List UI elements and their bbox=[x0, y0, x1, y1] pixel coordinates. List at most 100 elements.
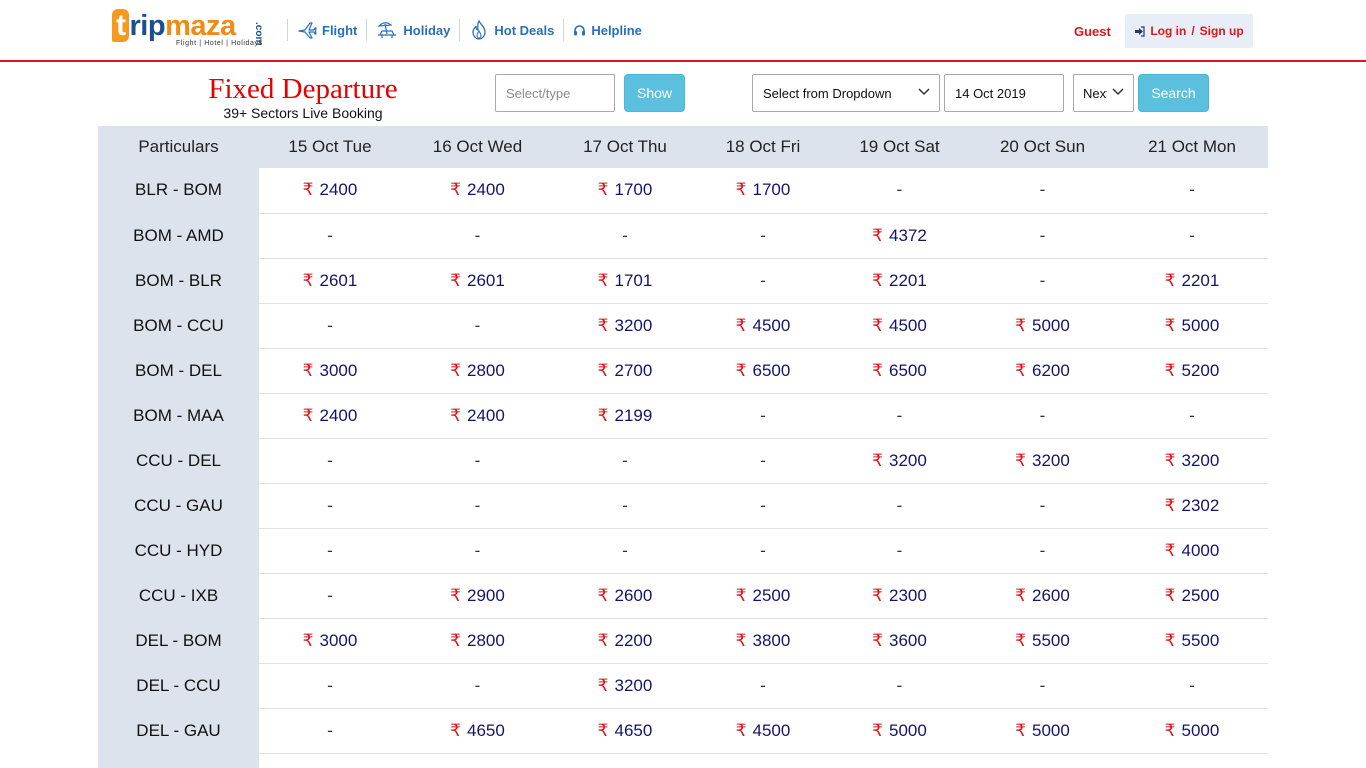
fare-cell[interactable]: ₹4000 bbox=[1116, 528, 1268, 574]
fare-cell[interactable]: ₹3600 bbox=[830, 618, 969, 664]
fare-cell[interactable]: ₹3800 bbox=[696, 618, 830, 664]
sector-cell: BOM - CCU bbox=[98, 303, 259, 349]
fare-cell[interactable]: ₹4650 bbox=[401, 708, 554, 754]
fare-cell-empty bbox=[401, 753, 554, 768]
fare-cell[interactable]: ₹3200 bbox=[969, 438, 1116, 484]
rupee-icon: ₹ bbox=[872, 585, 883, 605]
rupee-icon: ₹ bbox=[1164, 630, 1176, 650]
fare-value: 4650 bbox=[467, 720, 505, 740]
login-signup-button[interactable]: Log in / Sign up bbox=[1125, 14, 1253, 48]
fare-value: 2600 bbox=[614, 585, 653, 605]
fare-cell-empty: - bbox=[969, 213, 1116, 259]
fare-cell[interactable]: ₹4372 bbox=[830, 213, 969, 259]
fare-cell[interactable]: ₹3200 bbox=[554, 663, 696, 709]
fare-cell-empty: - bbox=[401, 303, 554, 349]
fare-cell[interactable]: ₹4500 bbox=[830, 303, 969, 349]
fare-cell-empty bbox=[969, 753, 1116, 768]
fare-cell[interactable]: ₹2302 bbox=[1116, 483, 1268, 529]
fare-cell[interactable]: ₹2600 bbox=[554, 573, 696, 619]
fare-cell[interactable]: ₹5200 bbox=[1116, 348, 1268, 394]
signup-link[interactable]: Sign up bbox=[1200, 24, 1244, 38]
show-button[interactable]: Show bbox=[624, 74, 685, 112]
fare-cell[interactable]: ₹2800 bbox=[401, 618, 554, 664]
fare-cell[interactable]: ₹2600 bbox=[969, 573, 1116, 619]
fare-cell[interactable]: ₹2700 bbox=[554, 348, 696, 394]
fare-cell[interactable]: ₹1701 bbox=[554, 258, 696, 304]
fare-value: 2800 bbox=[467, 630, 505, 650]
rupee-icon: ₹ bbox=[597, 180, 609, 200]
fare-cell[interactable]: ₹4500 bbox=[696, 303, 830, 349]
fare-cell[interactable]: ₹2500 bbox=[1116, 573, 1268, 619]
fare-cell[interactable]: ₹2800 bbox=[401, 348, 554, 394]
fare-cell[interactable]: ₹2201 bbox=[830, 258, 969, 304]
fare-cell[interactable]: ₹3000 bbox=[259, 348, 401, 394]
nav-flight[interactable]: Flight bbox=[287, 19, 366, 41]
column-header-date: 16 Oct Wed bbox=[401, 126, 554, 168]
rupee-icon: ₹ bbox=[1164, 585, 1176, 605]
fare-value: 2201 bbox=[889, 270, 927, 290]
rupee-icon: ₹ bbox=[597, 405, 609, 425]
fare-cell[interactable]: ₹2500 bbox=[696, 573, 830, 619]
fare-cell[interactable]: ₹3200 bbox=[830, 438, 969, 484]
fare-cell-empty: - bbox=[969, 483, 1116, 529]
fare-cell-empty: - bbox=[259, 438, 401, 484]
fare-cell[interactable]: ₹5000 bbox=[969, 708, 1116, 754]
fare-cell[interactable]: ₹2400 bbox=[401, 168, 554, 214]
nav-holiday[interactable]: Holiday bbox=[366, 19, 459, 41]
fare-cell[interactable]: ₹6200 bbox=[969, 348, 1116, 394]
fare-cell[interactable]: ₹4650 bbox=[554, 708, 696, 754]
fare-cell[interactable]: ₹1700 bbox=[696, 168, 830, 214]
fare-cell[interactable]: ₹3200 bbox=[1116, 438, 1268, 484]
fare-cell[interactable]: ₹2601 bbox=[401, 258, 554, 304]
table-row: DEL - CCU - - ₹3200- - - - bbox=[98, 663, 1268, 709]
rupee-icon: ₹ bbox=[302, 630, 314, 650]
fare-value: 5200 bbox=[1181, 360, 1220, 380]
sector-cell: DEL - GAU bbox=[98, 708, 259, 754]
fare-cell[interactable]: ₹5000 bbox=[969, 303, 1116, 349]
sector-cell: BLR - BOM bbox=[98, 168, 259, 214]
fare-cell-empty: - bbox=[696, 213, 830, 259]
fare-cell[interactable]: ₹1700 bbox=[554, 168, 696, 214]
fare-cell-empty: - bbox=[969, 528, 1116, 574]
fare-cell[interactable]: ₹5000 bbox=[1116, 303, 1268, 349]
fare-cell[interactable]: ₹5500 bbox=[969, 618, 1116, 664]
fare-cell[interactable]: ₹2300 bbox=[830, 573, 969, 619]
nav-helpline[interactable]: Helpline bbox=[563, 19, 651, 41]
fare-cell[interactable]: ₹3000 bbox=[259, 618, 401, 664]
fare-cell-empty: - bbox=[830, 168, 969, 214]
sector-search-input[interactable]: Select/type bbox=[495, 74, 615, 112]
fare-cell[interactable]: ₹6500 bbox=[830, 348, 969, 394]
fare-cell[interactable]: ₹2200 bbox=[554, 618, 696, 664]
column-header-date: 21 Oct Mon bbox=[1116, 126, 1268, 168]
fare-cell[interactable]: ₹2201 bbox=[1116, 258, 1268, 304]
fare-cell[interactable]: ₹6500 bbox=[696, 348, 830, 394]
fare-cell[interactable]: ₹2900 bbox=[401, 573, 554, 619]
table-row: CCU - DEL - - - - ₹3200 ₹3200 ₹3200 bbox=[98, 438, 1268, 484]
search-button[interactable]: Search bbox=[1138, 74, 1209, 112]
fare-value: 2601 bbox=[467, 270, 505, 290]
sector-dropdown[interactable]: Select from Dropdown bbox=[752, 74, 940, 112]
fare-cell[interactable]: ₹5000 bbox=[1116, 708, 1268, 754]
fare-cell[interactable]: ₹2400 bbox=[259, 168, 401, 214]
top-header: t ripmaza .com Flight | Hotel | Holidays … bbox=[0, 0, 1366, 62]
fare-cell[interactable]: ₹5000 bbox=[830, 708, 969, 754]
fare-cell[interactable]: ₹2400 bbox=[401, 393, 554, 439]
rupee-icon: ₹ bbox=[735, 180, 747, 200]
rupee-icon: ₹ bbox=[1015, 450, 1026, 470]
fare-cell[interactable]: ₹4500 bbox=[696, 708, 830, 754]
rupee-icon: ₹ bbox=[735, 360, 747, 380]
tripmaza-logo[interactable]: t ripmaza .com Flight | Hotel | Holidays bbox=[112, 9, 274, 51]
fare-cell-empty: - bbox=[259, 663, 401, 709]
sector-cell: BOM - AMD bbox=[98, 213, 259, 259]
range-select[interactable]: Next bbox=[1073, 74, 1134, 112]
login-link[interactable]: Log in bbox=[1150, 24, 1186, 38]
fare-value: 3200 bbox=[1032, 450, 1070, 470]
fare-cell[interactable]: ₹5500 bbox=[1116, 618, 1268, 664]
fare-cell[interactable]: ₹3200 bbox=[554, 303, 696, 349]
fare-cell[interactable]: ₹2400 bbox=[259, 393, 401, 439]
fare-cell[interactable]: ₹2601 bbox=[259, 258, 401, 304]
fare-cell[interactable]: ₹2199 bbox=[554, 393, 696, 439]
date-input[interactable]: 14 Oct 2019 bbox=[944, 74, 1064, 112]
nav-hot-deals[interactable]: Hot Deals bbox=[459, 19, 563, 41]
fare-cell-empty: - bbox=[259, 213, 401, 259]
